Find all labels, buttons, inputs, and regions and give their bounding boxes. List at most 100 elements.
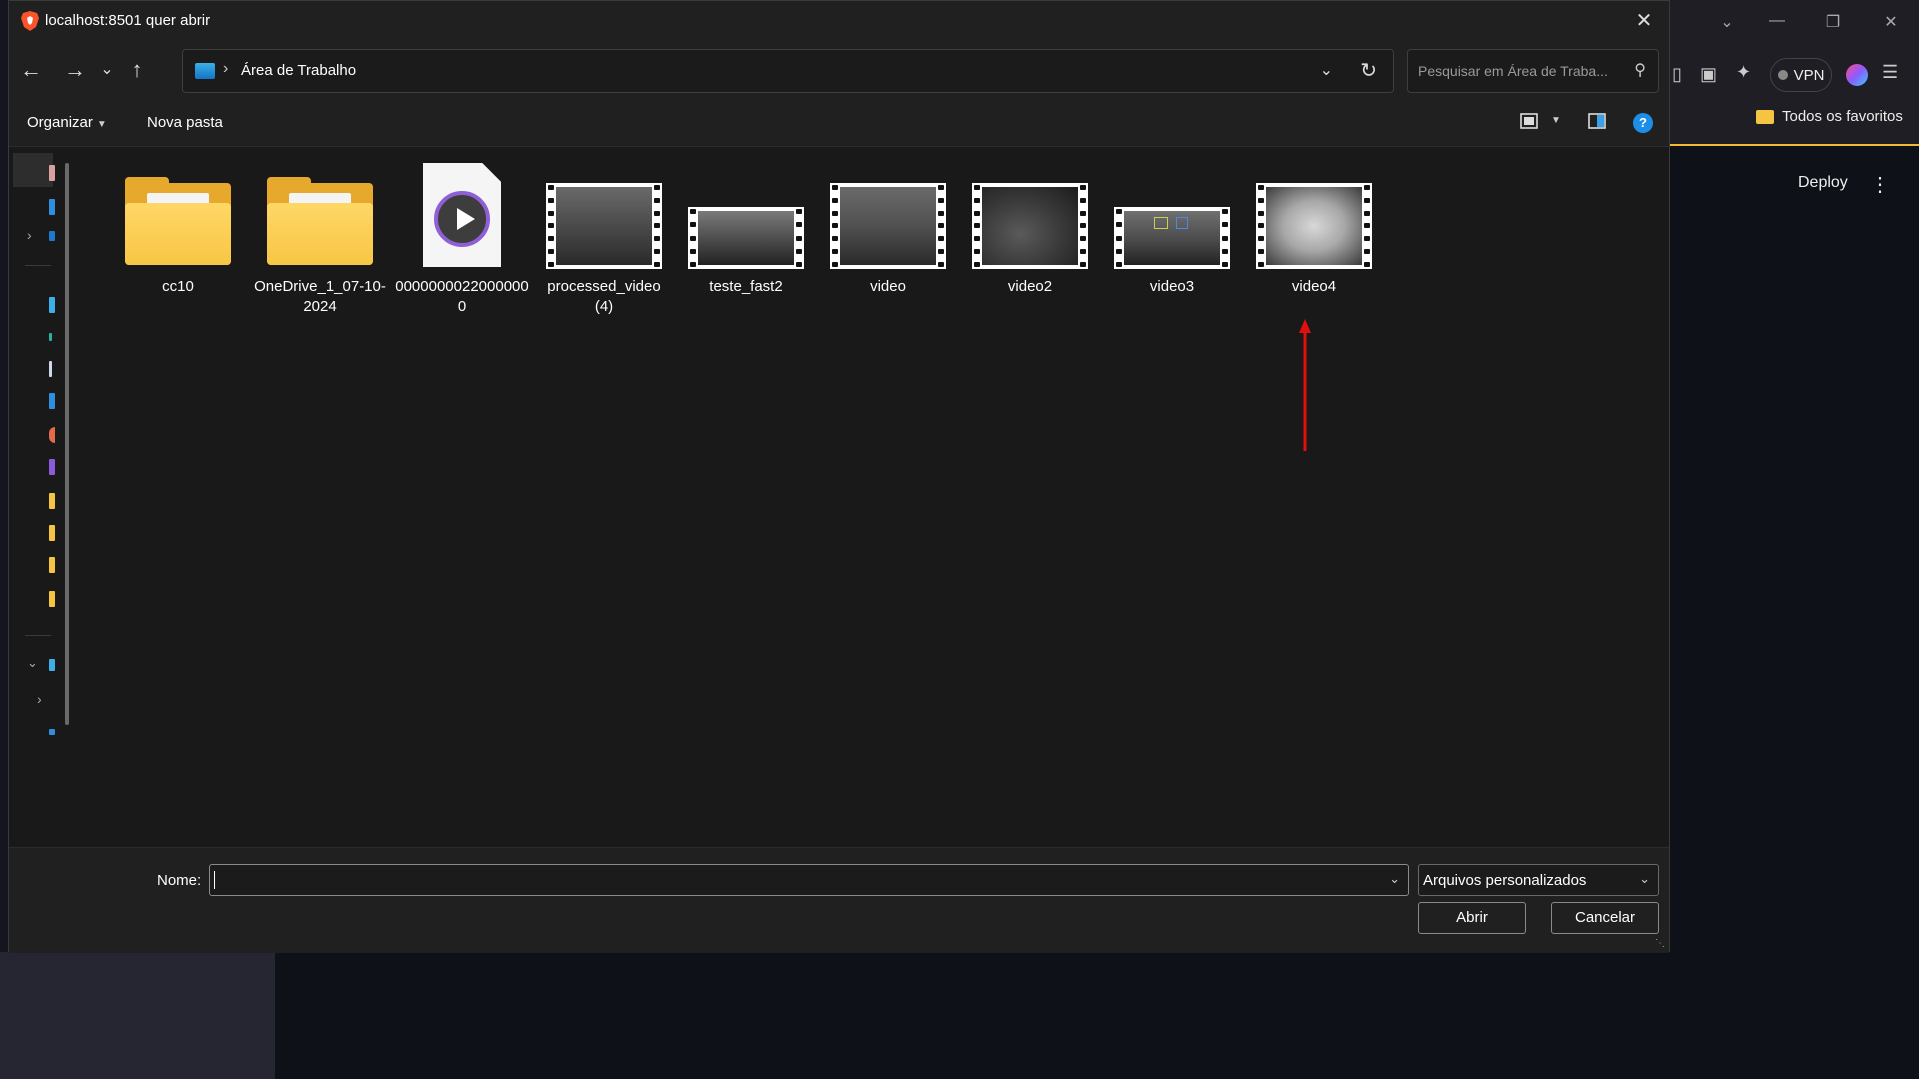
window-close-icon[interactable]: ✕ bbox=[1876, 12, 1906, 32]
gallery-icon[interactable] bbox=[49, 199, 55, 215]
file-type-select[interactable]: Arquivos personalizados ⌄ bbox=[1418, 864, 1659, 896]
preview-pane-icon[interactable] bbox=[1587, 111, 1607, 131]
search-icon: ⚲ bbox=[1634, 62, 1646, 79]
pictures-icon[interactable] bbox=[49, 393, 55, 409]
breadcrumb[interactable]: Área de Trabalho bbox=[241, 62, 356, 79]
filename-dropdown-chevron-icon[interactable]: ⌄ bbox=[1389, 871, 1400, 887]
search-input[interactable]: Pesquisar em Área de Traba... ⚲ bbox=[1407, 49, 1659, 93]
media-player-file-icon bbox=[423, 163, 501, 267]
home-icon[interactable] bbox=[49, 165, 55, 181]
file-item[interactable]: processed_video (4) bbox=[537, 183, 671, 317]
music-icon[interactable] bbox=[49, 427, 55, 443]
filename-input[interactable]: ⌄ bbox=[209, 864, 1409, 896]
forward-arrow-icon[interactable]: → bbox=[61, 57, 89, 83]
wallet-icon[interactable]: ▣ bbox=[1700, 64, 1717, 85]
downloads-icon[interactable] bbox=[49, 333, 52, 341]
command-bar: Organizar ▼ Nova pasta ▼ ? bbox=[9, 99, 1669, 147]
address-history-chevron-icon[interactable]: ⌄ bbox=[1320, 60, 1333, 80]
brave-lion-icon bbox=[21, 11, 39, 31]
organize-menu-button[interactable]: Organizar ▼ bbox=[27, 114, 107, 131]
organize-label: Organizar bbox=[27, 114, 93, 131]
help-icon[interactable]: ? bbox=[1633, 113, 1653, 133]
folder-icon bbox=[267, 177, 373, 269]
video-thumbnail-icon bbox=[1256, 183, 1372, 269]
dialog-title: localhost:8501 quer abrir bbox=[45, 12, 211, 29]
documents-icon[interactable] bbox=[49, 361, 52, 377]
tab-list-chevron-icon[interactable]: ⌄ bbox=[1712, 12, 1742, 32]
address-bar[interactable]: › Área de Trabalho ⌄ ↻ bbox=[182, 49, 1394, 93]
video-thumbnail-icon bbox=[1114, 207, 1230, 269]
red-annotation-arrow bbox=[1299, 319, 1311, 451]
menu-icon[interactable]: ☰ bbox=[1882, 62, 1898, 83]
folder-icon bbox=[1756, 109, 1774, 124]
bookmarks-folder-label: Todos os favoritos bbox=[1782, 108, 1903, 125]
nav-scrollbar[interactable] bbox=[65, 163, 69, 725]
cancel-button[interactable]: Cancelar bbox=[1551, 902, 1659, 934]
caret-down-icon: ▼ bbox=[96, 119, 107, 130]
file-type-chevron-icon: ⌄ bbox=[1639, 871, 1650, 886]
file-item[interactable]: video2 bbox=[963, 183, 1097, 297]
folder-nav-1-icon[interactable] bbox=[49, 493, 55, 509]
file-name: teste_fast2 bbox=[709, 278, 783, 295]
deploy-button[interactable]: Deploy bbox=[1798, 174, 1848, 192]
videos-icon[interactable] bbox=[49, 459, 55, 475]
folder-nav-2-icon[interactable] bbox=[49, 525, 55, 541]
video-thumbnail-icon bbox=[830, 183, 946, 269]
network-icon[interactable] bbox=[49, 729, 55, 735]
file-name: 00000000220000000 bbox=[395, 278, 529, 315]
back-arrow-icon[interactable]: ← bbox=[17, 57, 45, 83]
refresh-icon[interactable]: ↻ bbox=[1360, 58, 1377, 83]
sidebar-toggle-icon[interactable]: ▯ bbox=[1672, 64, 1682, 85]
minimize-icon[interactable]: — bbox=[1762, 12, 1792, 30]
file-open-dialog: localhost:8501 quer abrir ✕ ← → ⌄ ↑ › Ár… bbox=[8, 0, 1670, 953]
file-item[interactable]: video bbox=[821, 183, 955, 297]
file-name: processed_video (4) bbox=[547, 278, 661, 315]
file-item[interactable]: teste_fast2 bbox=[679, 207, 813, 297]
app-main-right bbox=[1670, 146, 1919, 1079]
file-item[interactable]: OneDrive_1_07-10-2024 bbox=[253, 169, 387, 317]
desktop-nav-icon[interactable] bbox=[49, 297, 55, 313]
onedrive-icon[interactable] bbox=[49, 231, 55, 241]
file-type-value: Arquivos personalizados bbox=[1423, 872, 1587, 889]
file-item[interactable]: video4 bbox=[1247, 183, 1381, 297]
ai-sparkle-icon[interactable]: ✦ bbox=[1736, 62, 1751, 83]
dialog-titlebar: localhost:8501 quer abrir ✕ bbox=[9, 1, 1669, 41]
view-options-caret-icon[interactable]: ▼ bbox=[1551, 115, 1561, 126]
video-thumbnail-icon bbox=[688, 207, 804, 269]
app-sidebar bbox=[0, 952, 275, 1079]
profile-avatar[interactable] bbox=[1846, 64, 1868, 86]
vpn-button[interactable]: VPN bbox=[1770, 58, 1832, 92]
navigation-bar: ← → ⌄ ↑ › Área de Trabalho ⌄ ↻ Pesquisar… bbox=[9, 41, 1669, 99]
restore-icon[interactable]: ❐ bbox=[1818, 12, 1848, 32]
breadcrumb-chevron-icon: › bbox=[223, 60, 229, 77]
recent-locations-chevron-icon[interactable]: ⌄ bbox=[93, 57, 121, 83]
this-pc-icon[interactable] bbox=[49, 659, 55, 671]
file-name: cc10 bbox=[162, 278, 194, 295]
up-arrow-icon[interactable]: ↑ bbox=[123, 57, 151, 83]
file-name: video3 bbox=[1149, 278, 1195, 295]
expand-chevron-icon[interactable]: › bbox=[27, 227, 32, 243]
nav-selected-item[interactable] bbox=[13, 153, 53, 187]
folder-nav-3-icon[interactable] bbox=[49, 557, 55, 573]
video-thumbnail-icon bbox=[972, 183, 1088, 269]
open-button[interactable]: Abrir bbox=[1418, 902, 1526, 934]
file-item[interactable]: video3 bbox=[1105, 207, 1239, 297]
file-name: OneDrive_1_07-10-2024 bbox=[254, 278, 386, 315]
folder-nav-4-icon[interactable] bbox=[49, 591, 55, 607]
vpn-label: VPN bbox=[1793, 66, 1825, 84]
app-main bbox=[275, 952, 1919, 1079]
resize-grip-icon[interactable]: ⋱ bbox=[1655, 938, 1665, 949]
view-mode-icon[interactable] bbox=[1519, 111, 1539, 131]
bookmarks-folder[interactable]: Todos os favoritos bbox=[1756, 108, 1903, 125]
file-item[interactable]: cc10 bbox=[111, 169, 245, 297]
video-thumbnail-icon bbox=[546, 183, 662, 269]
file-item[interactable]: 00000000220000000 bbox=[395, 163, 529, 317]
new-folder-button[interactable]: Nova pasta bbox=[147, 114, 223, 131]
expand-chevron-icon[interactable]: › bbox=[37, 691, 42, 707]
collapse-chevron-icon[interactable]: ⌄ bbox=[27, 655, 38, 671]
folder-icon bbox=[125, 177, 231, 269]
search-placeholder: Pesquisar em Área de Traba... bbox=[1418, 63, 1608, 79]
text-cursor bbox=[214, 871, 215, 889]
more-options-icon[interactable]: ⋮ bbox=[1870, 172, 1890, 197]
close-icon[interactable]: ✕ bbox=[1629, 7, 1659, 35]
